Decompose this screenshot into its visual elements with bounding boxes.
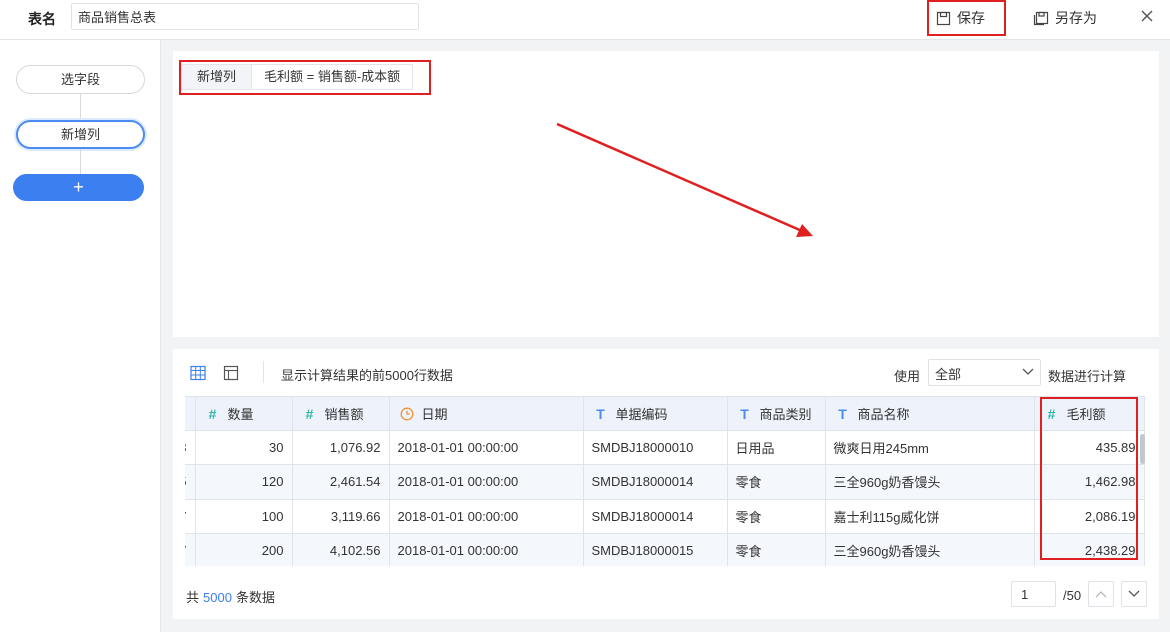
cell-prev: 7 <box>185 533 196 566</box>
column-header-sales[interactable]: # 销售额 <box>292 397 390 431</box>
cell-sales: 1,076.92 <box>292 430 390 465</box>
text-type-icon: T <box>740 405 749 422</box>
table-row: 7 200 4,102.56 2018-01-01 00:00:00 SMDBJ… <box>185 533 1145 566</box>
cell-qty: 100 <box>195 499 293 534</box>
column-header-name[interactable]: T 商品名称 <box>825 397 1035 431</box>
table-row: 5 120 2,461.54 2018-01-01 00:00:00 SMDBJ… <box>185 464 1145 500</box>
column-label: 销售额 <box>324 406 364 422</box>
cell-date: 2018-01-01 00:00:00 <box>389 430 584 465</box>
table-row: 7 100 3,119.66 2018-01-01 00:00:00 SMDBJ… <box>185 499 1145 534</box>
column-label: 毛利额 <box>1066 406 1106 422</box>
cell-date: 2018-01-01 00:00:00 <box>389 499 584 534</box>
cell-category: 零食 <box>727 499 826 534</box>
layout-view-icon[interactable] <box>223 365 239 381</box>
chevron-up-icon <box>1095 591 1107 598</box>
cell-qty: 30 <box>195 430 293 465</box>
total-suffix: 条数据 <box>235 590 275 605</box>
cell-code: SMDBJ18000015 <box>583 533 728 566</box>
cell-qty: 120 <box>195 464 293 500</box>
cell-prev: 3 <box>185 430 196 465</box>
column-label: 数量 <box>227 406 254 422</box>
data-scope-select[interactable]: 全部 <box>928 359 1041 386</box>
cell-profit: 2,438.29 <box>1034 533 1145 566</box>
column-header-prev <box>185 397 196 431</box>
hash-icon: # <box>208 405 217 422</box>
page-total: /50 <box>1063 588 1082 603</box>
cell-name: 嘉士利115g威化饼 <box>825 499 1035 534</box>
grid-view-icon[interactable] <box>190 365 206 381</box>
column-header-date[interactable]: 日期 <box>389 397 584 431</box>
data-preview-panel: 显示计算结果的前5000行数据 使用 全部 数据进行计算 # 数量 # 销售额 日期… <box>173 349 1159 619</box>
cell-prev: 5 <box>185 464 196 500</box>
cell-code: SMDBJ18000010 <box>583 430 728 465</box>
hash-icon: # <box>1047 405 1056 422</box>
total-count-text: 共 5000 条数据 <box>186 587 275 606</box>
use-label: 使用 <box>894 369 921 384</box>
cell-date: 2018-01-01 00:00:00 <box>389 533 584 566</box>
column-label: 单据编码 <box>615 406 668 422</box>
cell-sales: 3,119.66 <box>292 499 390 534</box>
chevron-down-icon <box>1022 368 1034 375</box>
text-type-icon: T <box>596 405 605 422</box>
cell-category: 日用品 <box>727 430 826 465</box>
cell-date: 2018-01-01 00:00:00 <box>389 464 584 500</box>
cell-name: 三全960g奶香馒头 <box>825 464 1035 500</box>
next-page-button[interactable] <box>1121 581 1147 607</box>
column-header-qty[interactable]: # 数量 <box>195 397 293 431</box>
table-row: 3 30 1,076.92 2018-01-01 00:00:00 SMDBJ1… <box>185 430 1145 465</box>
toolbar-divider <box>263 361 264 383</box>
cell-category: 零食 <box>727 464 826 500</box>
hash-icon: # <box>305 405 314 422</box>
cell-sales: 4,102.56 <box>292 533 390 566</box>
calc-label: 数据进行计算 <box>1048 369 1127 384</box>
cell-code: SMDBJ18000014 <box>583 464 728 500</box>
data-table: # 数量 # 销售额 日期 T 单据编码 T 商品类别 T 商品名称 # 毛利额 3 30 … <box>185 396 1145 566</box>
column-label: 商品名称 <box>857 406 910 422</box>
column-header-category[interactable]: T 商品类别 <box>727 397 826 431</box>
cell-qty: 200 <box>195 533 293 566</box>
cell-prev: 7 <box>185 499 196 534</box>
column-header-profit[interactable]: # 毛利额 <box>1034 397 1145 431</box>
vertical-scrollbar[interactable] <box>1140 434 1145 464</box>
total-prefix: 共 <box>186 590 200 605</box>
text-type-icon: T <box>838 405 847 422</box>
column-label: 商品类别 <box>759 406 812 422</box>
cell-profit: 435.89 <box>1034 430 1145 465</box>
cell-code: SMDBJ18000014 <box>583 499 728 534</box>
table-header-row: # 数量 # 销售额 日期 T 单据编码 T 商品类别 T 商品名称 # 毛利额 <box>185 397 1145 431</box>
chevron-down-icon <box>1128 590 1140 597</box>
clock-icon <box>398 406 416 422</box>
column-header-code[interactable]: T 单据编码 <box>583 397 728 431</box>
data-scope-value: 全部 <box>935 367 962 382</box>
total-count-value: 5000 <box>203 590 232 605</box>
result-info-text: 显示计算结果的前5000行数据 <box>281 368 453 383</box>
cell-name: 微爽日用245mm <box>825 430 1035 465</box>
cell-profit: 1,462.98 <box>1034 464 1145 500</box>
page-number-input[interactable] <box>1011 581 1056 607</box>
cell-category: 零食 <box>727 533 826 566</box>
cell-sales: 2,461.54 <box>292 464 390 500</box>
cell-profit: 2,086.19 <box>1034 499 1145 534</box>
cell-name: 三全960g奶香馒头 <box>825 533 1035 566</box>
column-label: 日期 <box>421 406 448 422</box>
prev-page-button[interactable] <box>1088 581 1114 607</box>
